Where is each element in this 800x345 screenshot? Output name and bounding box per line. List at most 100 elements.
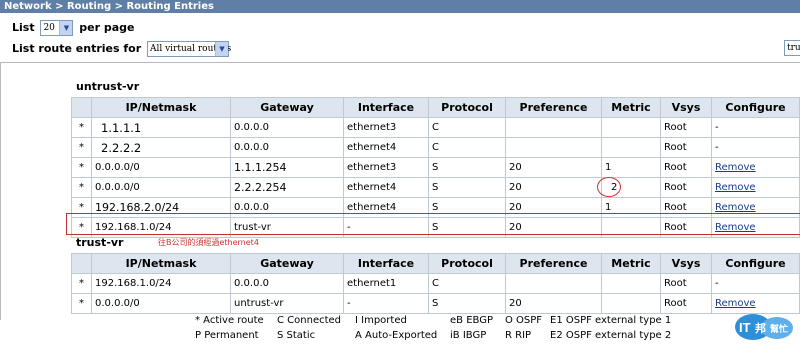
protocol-cell: S [428, 177, 506, 198]
ithome-logo: IT 邦 幫忙 [733, 311, 797, 342]
metric-cell [601, 293, 661, 314]
col-metric-header: Metric [601, 97, 661, 118]
col-configure-header: Configure [711, 253, 800, 274]
remove-link[interactable]: Remove [715, 202, 756, 213]
breadcrumb: Network > Routing > Routing Entries [0, 0, 800, 13]
col-interface-header: Interface [343, 97, 429, 118]
vsys-cell: Root [660, 157, 712, 178]
search-input[interactable]: trus [784, 40, 800, 56]
section-title-untrust-vr: untrust-vr [76, 80, 140, 93]
col-ip-header: IP/Netmask [91, 97, 231, 118]
protocol-legend: * Active route C Connected I Imported eB… [195, 313, 720, 343]
interface-cell: ethernet3 [343, 117, 429, 138]
legend-item: eB EBGP [450, 315, 493, 326]
per-page-select[interactable]: 20 ▼ [40, 20, 74, 36]
interface-cell: ethernet3 [343, 157, 429, 178]
col-configure-header: Configure [711, 97, 800, 118]
metric-cell [601, 273, 661, 294]
preference-cell [505, 273, 602, 294]
configure-cell: Remove [711, 217, 800, 238]
table-row: * 2.2.2.2 0.0.0.0 ethernet4 C Root - [71, 137, 800, 158]
protocol-cell: C [428, 273, 506, 294]
legend-item: S Static [277, 330, 316, 341]
virtual-router-select[interactable]: All virtual routers ▼ [146, 41, 231, 57]
active-flag: * [71, 177, 92, 198]
legend-item: R RIP [505, 330, 532, 341]
configure-cell: - [711, 137, 800, 158]
list-per-page-row: List 20 ▼ per page [12, 18, 135, 38]
metric-cell: 1 [601, 157, 661, 178]
table-row: * 1.1.1.1 0.0.0.0 ethernet3 C Root - [71, 117, 800, 138]
interface-cell: ethernet4 [343, 137, 429, 158]
active-flag: * [71, 217, 92, 238]
col-ip-header: IP/Netmask [91, 253, 231, 274]
ip-cell: 192.168.1.0/24 [91, 273, 231, 294]
ip-cell: 192.168.2.0/24 [91, 197, 231, 218]
logo-sub-text: 邦 [755, 321, 766, 335]
preference-cell: 20 [505, 177, 602, 198]
col-preference-header: Preference [505, 253, 602, 274]
col-protocol-header: Protocol [428, 253, 506, 274]
active-flag: * [71, 273, 92, 294]
logo-tag-text: 幫忙 [770, 323, 788, 335]
protocol-cell: C [428, 117, 506, 138]
metric-cell [601, 137, 661, 158]
remove-link[interactable]: Remove [715, 162, 756, 173]
table-row: * 0.0.0.0/0 untrust-vr - S 20 Root Remov… [71, 293, 800, 314]
vsys-cell: Root [660, 197, 712, 218]
metric-value: 2 [611, 182, 618, 193]
col-metric-header: Metric [601, 253, 661, 274]
configure-cell: - [711, 273, 800, 294]
interface-cell: - [343, 217, 429, 238]
active-flag: * [71, 117, 92, 138]
chevron-down-icon[interactable]: ▼ [59, 21, 73, 35]
list-suffix-label: per page [79, 21, 135, 34]
configure-cell: Remove [711, 177, 800, 198]
col-flag-header [71, 253, 92, 274]
legend-item: E1 OSPF external type 1 [550, 315, 672, 326]
protocol-cell: S [428, 293, 506, 314]
remove-link[interactable]: Remove [715, 298, 756, 309]
legend-row: P Permanent S Static A Auto-Exported iB … [195, 328, 720, 343]
preference-cell [505, 137, 602, 158]
active-flag: * [71, 157, 92, 178]
virtual-router-filter-row: List route entries for All virtual route… [12, 39, 231, 59]
preference-cell: 20 [505, 157, 602, 178]
active-flag: * [71, 197, 92, 218]
preference-cell: 20 [505, 197, 602, 218]
configure-cell: Remove [711, 157, 800, 178]
gateway-cell: 0.0.0.0 [230, 117, 344, 138]
chevron-down-icon[interactable]: ▼ [214, 42, 228, 56]
protocol-cell: S [428, 217, 506, 238]
active-flag: * [71, 137, 92, 158]
table-row: * 192.168.2.0/24 0.0.0.0 ethernet4 S 20 … [71, 197, 800, 218]
gateway-cell: 0.0.0.0 [230, 137, 344, 158]
section-title-trust-vr: trust-vr [76, 236, 124, 249]
configure-cell: Remove [711, 197, 800, 218]
table-row: * 192.168.1.0/24 trust-vr - S 20 Root Re… [71, 217, 800, 238]
table-header-row: IP/Netmask Gateway Interface Protocol Pr… [71, 253, 800, 274]
route-table-trust-vr: IP/Netmask Gateway Interface Protocol Pr… [71, 253, 800, 314]
ip-cell: 192.168.1.0/24 [91, 217, 231, 238]
col-interface-header: Interface [343, 253, 429, 274]
vsys-cell: Root [660, 177, 712, 198]
ip-cell: 0.0.0.0/0 [91, 177, 231, 198]
col-flag-header [71, 97, 92, 118]
legend-item: iB IBGP [450, 330, 487, 341]
gateway-cell: 0.0.0.0 [230, 273, 344, 294]
ip-cell: 0.0.0.0/0 [91, 157, 231, 178]
table-row: * 192.168.1.0/24 0.0.0.0 ethernet1 C Roo… [71, 273, 800, 294]
protocol-cell: C [428, 137, 506, 158]
preference-cell [505, 117, 602, 138]
gateway-cell: 0.0.0.0 [230, 197, 344, 218]
legend-item: P Permanent [195, 330, 259, 341]
route-table-untrust-vr: IP/Netmask Gateway Interface Protocol Pr… [71, 97, 800, 238]
remove-link[interactable]: Remove [715, 222, 756, 233]
legend-item: I Imported [355, 315, 407, 326]
interface-cell: ethernet4 [343, 177, 429, 198]
col-preference-header: Preference [505, 97, 602, 118]
legend-item: A Auto-Exported [355, 330, 438, 341]
metric-cell: 2 [601, 177, 661, 198]
remove-link[interactable]: Remove [715, 182, 756, 193]
col-protocol-header: Protocol [428, 97, 506, 118]
